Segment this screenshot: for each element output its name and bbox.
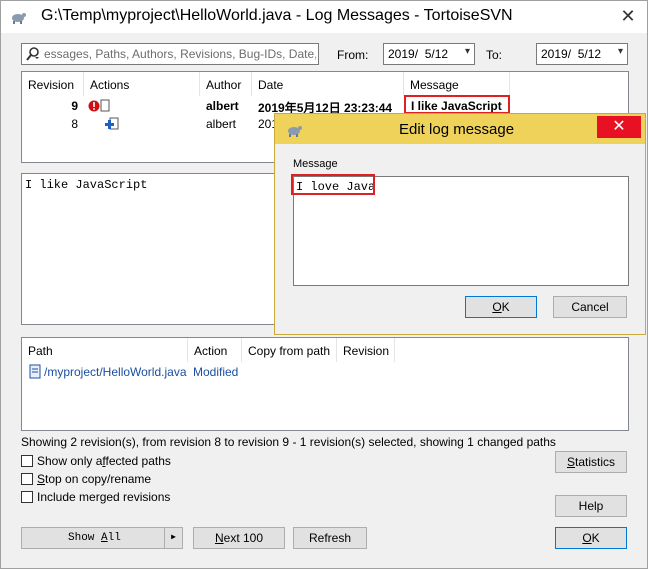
to-date-picker[interactable]: 2019/ 5/12 ▾ (536, 43, 628, 65)
dialog-close-button[interactable]: ✕ (597, 116, 641, 138)
to-label: To: (486, 48, 503, 62)
col-date[interactable]: Date (252, 72, 404, 96)
col-path-revision[interactable]: Revision (337, 338, 395, 362)
window-close-button[interactable]: ✕ (615, 5, 641, 27)
from-date-picker[interactable]: 2019/ 5/12 ▾ (383, 43, 475, 65)
log-message-text: I like JavaScript (25, 178, 148, 192)
from-label: From: (337, 48, 369, 62)
edit-log-message-dialog: Edit log message ✕ Message I love Java O… (274, 113, 646, 335)
next-100-button[interactable]: Next 100 (193, 527, 285, 549)
include-merged-label: Include merged revisions (37, 490, 171, 504)
highlight-box-message-cell (404, 95, 510, 114)
path-action: Modified (193, 365, 239, 379)
highlight-box-dialog-message (291, 174, 375, 195)
row-revision: 8 (71, 117, 78, 131)
stop-on-copy-checkbox[interactable] (21, 473, 33, 485)
col-author[interactable]: Author (200, 72, 252, 96)
path-value: /myproject/HelloWorld.java (44, 365, 187, 379)
window-title: G:\Temp\myproject\HelloWorld.java - Log … (41, 7, 513, 24)
tortoise-icon (12, 13, 26, 24)
col-path[interactable]: Path (22, 338, 188, 362)
dialog-body: Message I love Java OK Cancel (275, 144, 645, 334)
dialog-ok-button[interactable]: OK (465, 296, 537, 318)
show-affected-paths-checkbox[interactable] (21, 455, 33, 467)
chevron-down-icon: ▾ (464, 46, 470, 57)
modified-action-icon (88, 99, 110, 112)
col-copy-from-path[interactable]: Copy from path (242, 338, 337, 362)
row-author: albert (206, 117, 237, 131)
tortoise-icon (288, 126, 302, 137)
file-icon (29, 364, 41, 379)
filter-input[interactable] (44, 46, 316, 62)
dialog-title: Edit log message (399, 121, 515, 138)
include-merged-checkbox[interactable] (21, 491, 33, 503)
chevron-down-icon: ▾ (617, 46, 623, 57)
show-affected-paths-label: Show only affected paths (37, 454, 171, 468)
statistics-button[interactable]: Statistics (555, 451, 627, 473)
col-action[interactable]: Action (188, 338, 242, 362)
show-all-button[interactable]: Show All ▶ (21, 527, 183, 549)
col-revision[interactable]: Revision (22, 72, 84, 96)
refresh-button[interactable]: Refresh (293, 527, 367, 549)
status-text: Showing 2 revision(s), from revision 8 t… (21, 435, 556, 449)
added-action-icon (105, 117, 119, 130)
table-row[interactable]: 9 albert 2019年5月12日 23:23:44 I like Java… (22, 98, 628, 115)
dialog-title-bar: Edit log message ✕ (275, 114, 645, 144)
row-author: albert (206, 99, 239, 113)
stop-on-copy-label: Stop on copy/rename (37, 472, 152, 486)
ok-button[interactable]: OK (555, 527, 627, 549)
table-row[interactable]: /myproject/HelloWorld.java Modified (22, 364, 628, 380)
changed-paths-list[interactable]: Path Action Copy from path Revision /myp… (21, 337, 629, 431)
filter-box (21, 43, 319, 65)
title-bar: G:\Temp\myproject\HelloWorld.java - Log … (1, 1, 647, 33)
dialog-message-label: Message (293, 158, 338, 170)
from-date-value: 2019/ 5/12 (388, 47, 449, 61)
show-all-dropdown-arrow[interactable]: ▶ (164, 528, 182, 548)
help-button[interactable]: Help (555, 495, 627, 517)
row-revision: 9 (71, 99, 78, 113)
col-message[interactable]: Message (404, 72, 510, 96)
col-actions[interactable]: Actions (84, 72, 200, 96)
dialog-cancel-button[interactable]: Cancel (553, 296, 627, 318)
to-date-value: 2019/ 5/12 (541, 47, 602, 61)
search-icon[interactable] (25, 46, 41, 62)
